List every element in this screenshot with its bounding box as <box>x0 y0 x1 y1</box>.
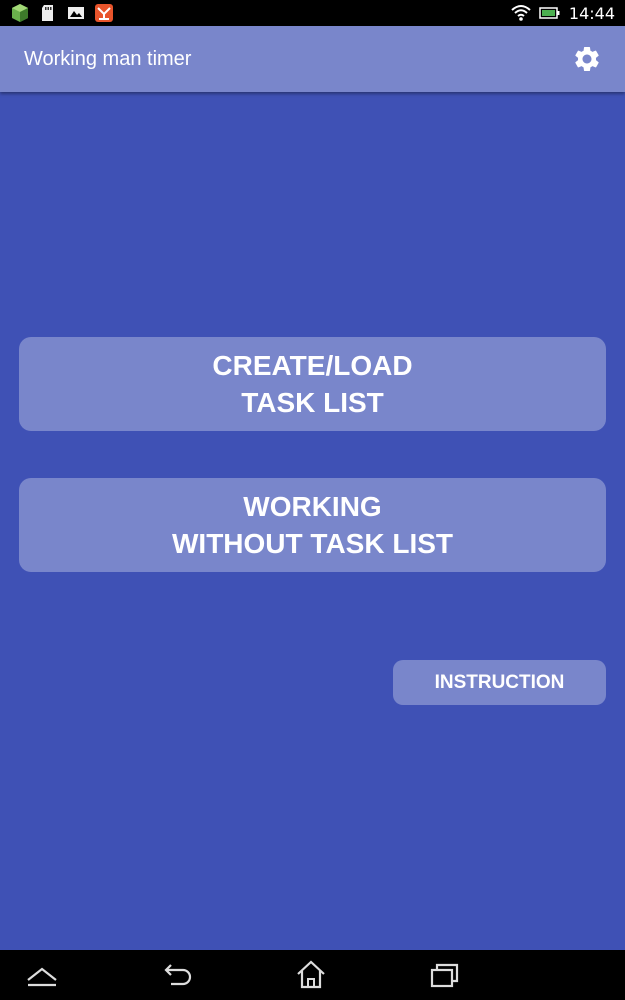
battery-icon <box>539 3 561 23</box>
navigation-bar <box>0 950 625 1000</box>
create-button-line1: CREATE/LOAD <box>212 350 413 381</box>
instruction-button[interactable]: INSTRUCTION <box>393 660 606 705</box>
status-left-icons <box>10 3 114 23</box>
status-bar: 14:44 <box>0 0 625 26</box>
image-icon <box>66 3 86 23</box>
app-bar: Working man timer <box>0 26 625 92</box>
main-content: CREATE/LOAD TASK LIST WORKING WITHOUT TA… <box>0 92 625 950</box>
recents-icon[interactable] <box>427 958 463 992</box>
working-button-line1: WORKING <box>243 491 382 522</box>
home-icon[interactable] <box>293 958 329 992</box>
status-right-icons: 14:44 <box>511 3 615 23</box>
app-icon-green <box>10 3 30 23</box>
back-icon[interactable] <box>161 958 197 992</box>
working-without-task-list-button[interactable]: WORKING WITHOUT TASK LIST <box>19 478 606 572</box>
screen: 14:44 Working man timer CREATE/LOAD TASK… <box>0 0 625 1000</box>
create-button-line2: TASK LIST <box>241 387 384 418</box>
app-title: Working man timer <box>24 47 192 70</box>
app-icon-orange <box>94 3 114 23</box>
settings-button[interactable] <box>571 43 603 75</box>
gear-icon <box>575 46 599 71</box>
wifi-icon <box>511 3 531 23</box>
chevron-up-icon[interactable] <box>24 958 60 992</box>
working-button-line2: WITHOUT TASK LIST <box>172 528 453 559</box>
create-load-task-list-button[interactable]: CREATE/LOAD TASK LIST <box>19 337 606 431</box>
sd-card-icon <box>38 3 58 23</box>
status-time: 14:44 <box>568 3 615 23</box>
